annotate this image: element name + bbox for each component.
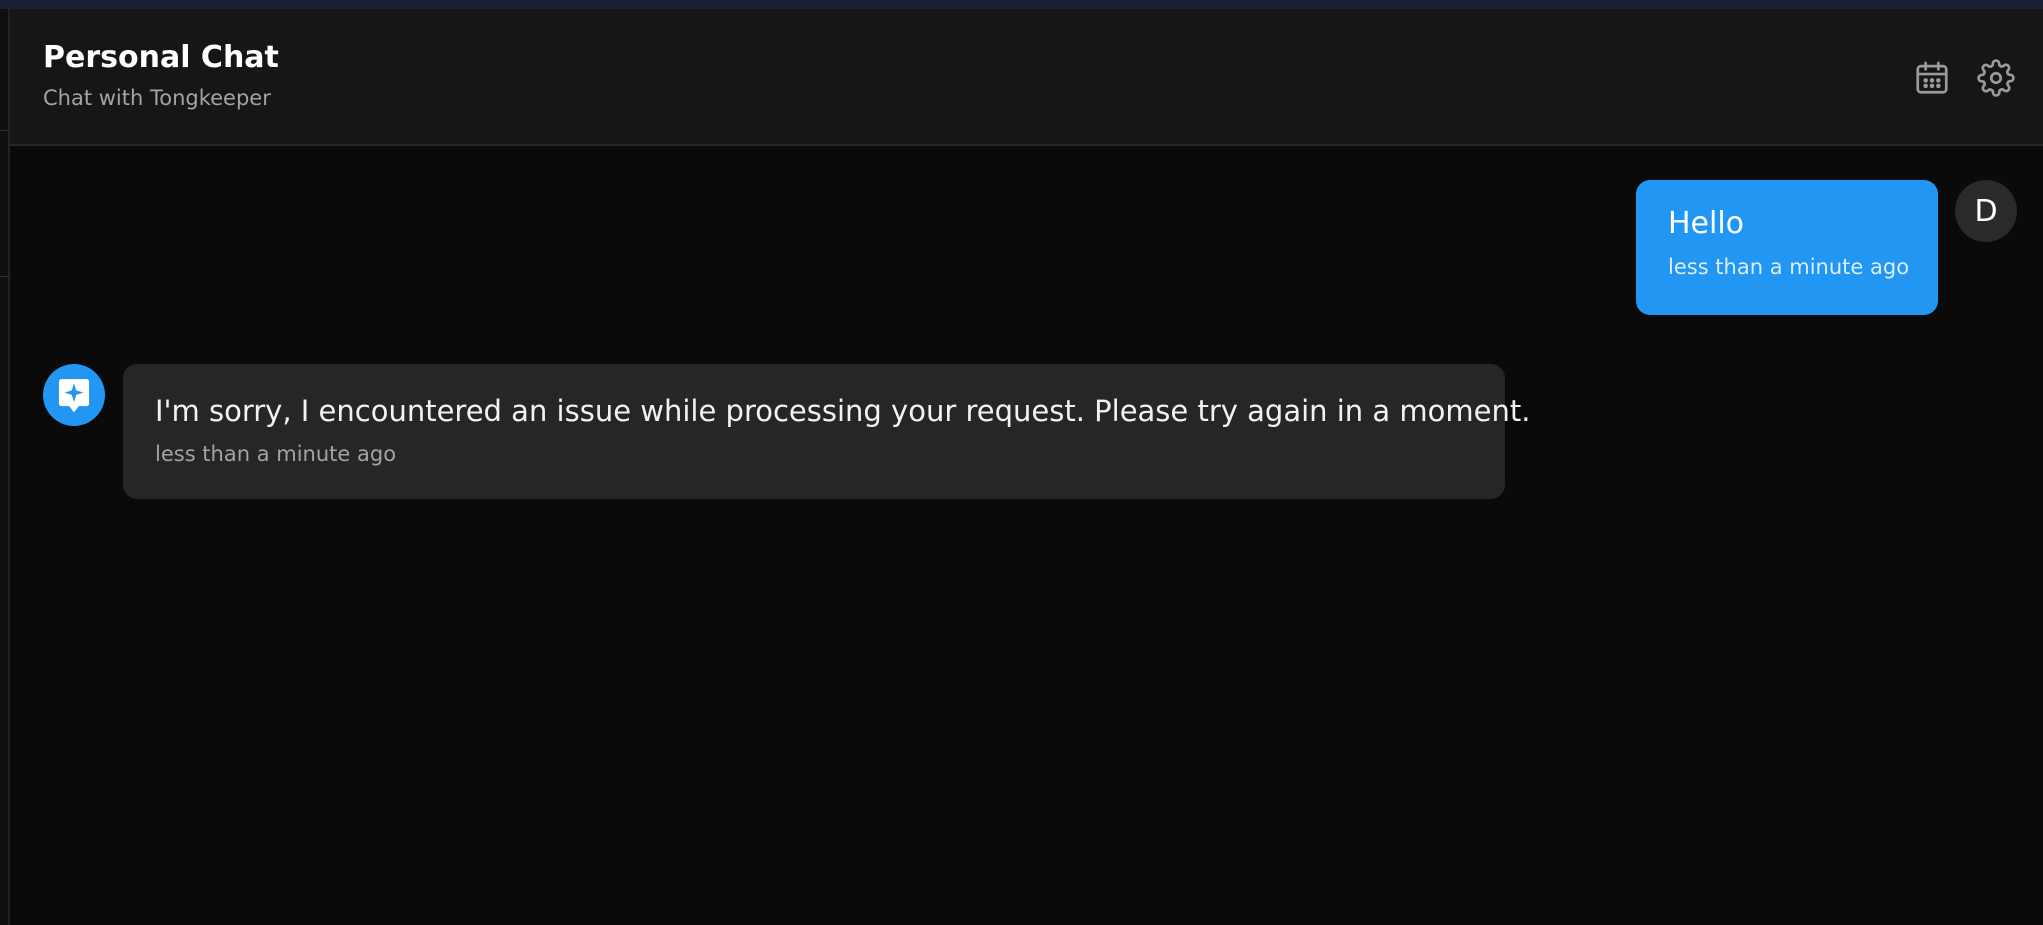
message-list[interactable]: Hello less than a minute ago D I'm sorry… [10,146,2043,925]
assistant-avatar [43,364,105,426]
chat-header: Personal Chat Chat with Tongkeeper [10,9,2043,146]
user-avatar: D [1955,180,2017,242]
calendar-button[interactable] [1908,54,1956,102]
window-top-strip [0,0,2043,9]
message-text: Hello [1668,206,1745,241]
page-subtitle: Chat with Tongkeeper [43,86,271,110]
gear-icon [1977,59,2015,97]
page-title: Personal Chat [43,40,279,75]
assistant-message-bubble: I'm sorry, I encountered an issue while … [123,364,1531,499]
message-text: I'm sorry, I encountered an issue while … [155,394,1531,428]
settings-button[interactable] [1972,54,2020,102]
rail-divider [0,276,10,277]
message-timestamp: less than a minute ago [155,442,397,466]
user-message-bubble: Hello less than a minute ago [1636,180,1938,315]
rail-divider [0,130,10,131]
left-sidebar-edge [0,9,10,925]
calendar-icon [1916,61,1948,94]
sparkle-chat-icon [58,379,90,413]
message-timestamp: less than a minute ago [1668,255,1910,279]
